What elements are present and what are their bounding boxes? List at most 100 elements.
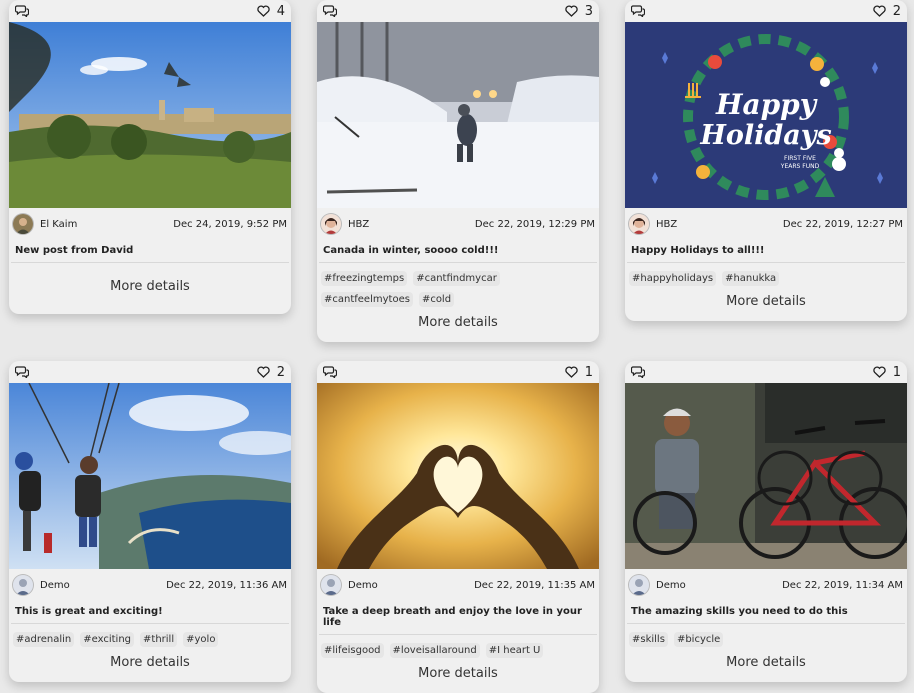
likes: 2: [257, 365, 285, 380]
tag-list: #happyholidays #hanukka: [625, 263, 907, 286]
post-date: Dec 22, 2019, 11:35 AM: [474, 579, 595, 591]
avatar: [321, 575, 341, 595]
likes-count: 1: [892, 364, 901, 380]
tag[interactable]: #happyholidays: [629, 271, 717, 286]
post-meta: HBZ Dec 22, 2019, 12:27 PM: [625, 208, 907, 240]
post-photo[interactable]: [317, 383, 599, 569]
heart-icon[interactable]: [873, 5, 886, 17]
tag[interactable]: #adrenalin: [13, 632, 75, 647]
likes-count: 2: [892, 3, 901, 19]
post-caption: This is great and exciting!: [11, 601, 289, 624]
post-date: Dec 22, 2019, 12:27 PM: [782, 218, 903, 230]
more-details-link[interactable]: More details: [625, 286, 907, 321]
tag[interactable]: #I heart U: [485, 643, 544, 658]
likes: 3: [565, 4, 593, 19]
likes-count: 1: [584, 364, 593, 380]
heart-icon[interactable]: [565, 5, 578, 17]
avatar: [13, 575, 33, 595]
author-name: HBZ: [348, 218, 370, 230]
more-details-link[interactable]: More details: [9, 263, 291, 314]
more-details-link[interactable]: More details: [625, 647, 907, 682]
author[interactable]: Demo: [321, 575, 378, 595]
post-card: 2 Happy Holidays FIRST FIVE YEARS FUND H…: [625, 0, 907, 321]
post-card: 1 Demo Dec 22, 2019, 11:34 AM The amazin…: [625, 361, 907, 682]
post-photo[interactable]: [9, 383, 291, 569]
post-meta: Demo Dec 22, 2019, 11:36 AM: [9, 569, 291, 601]
author[interactable]: HBZ: [321, 214, 369, 234]
holiday-text-fund-1: FIRST FIVE: [784, 155, 816, 162]
tag[interactable]: #thrill: [140, 632, 178, 647]
post-card: 4 El Kaim Dec 24, 2019, 9:52 PM New post…: [9, 0, 291, 314]
tag[interactable]: #exciting: [80, 632, 135, 647]
author-name: Demo: [40, 579, 70, 591]
comments-icon[interactable]: [631, 366, 645, 378]
tag[interactable]: #lifeisgood: [321, 643, 384, 658]
post-caption: New post from David: [11, 240, 289, 263]
post-caption: The amazing skills you need to do this: [627, 601, 905, 624]
card-header: 2: [9, 361, 291, 383]
post-photo[interactable]: [9, 22, 291, 208]
likes-count: 4: [276, 3, 285, 19]
author[interactable]: Demo: [13, 575, 70, 595]
card-header: 3: [317, 0, 599, 22]
post-caption: Canada in winter, soooo cold!!!: [319, 240, 597, 263]
post-meta: Demo Dec 22, 2019, 11:34 AM: [625, 569, 907, 601]
likes-count: 2: [276, 364, 285, 380]
post-date: Dec 22, 2019, 12:29 PM: [474, 218, 595, 230]
comments-icon[interactable]: [15, 366, 29, 378]
tag[interactable]: #cantfeelmytoes: [321, 292, 413, 307]
holiday-text-happy: Happy: [715, 88, 818, 121]
tag[interactable]: #skills: [629, 632, 668, 647]
post-meta: Demo Dec 22, 2019, 11:35 AM: [317, 569, 599, 601]
author[interactable]: El Kaim: [13, 214, 77, 234]
tag-list: #skills #bicycle: [625, 624, 907, 647]
post-card: 3 HBZ Dec 22, 2019, 12:29 PM Canada in w…: [317, 0, 599, 342]
holiday-text-holidays: Holidays: [699, 120, 831, 151]
comments-icon[interactable]: [323, 366, 337, 378]
card-header: 1: [625, 361, 907, 383]
post-photo[interactable]: Happy Holidays FIRST FIVE YEARS FUND: [625, 22, 907, 208]
post-date: Dec 22, 2019, 11:36 AM: [166, 579, 287, 591]
tag[interactable]: #cold: [418, 292, 455, 307]
likes: 1: [873, 365, 901, 380]
heart-icon[interactable]: [257, 5, 270, 17]
post-meta: El Kaim Dec 24, 2019, 9:52 PM: [9, 208, 291, 240]
author-name: HBZ: [656, 218, 678, 230]
author-name: Demo: [656, 579, 686, 591]
comments-icon[interactable]: [631, 5, 645, 17]
post-date: Dec 24, 2019, 9:52 PM: [173, 218, 287, 230]
tag[interactable]: #freezingtemps: [321, 271, 408, 286]
heart-icon[interactable]: [565, 366, 578, 378]
holiday-text-fund-2: YEARS FUND: [780, 163, 820, 170]
tag[interactable]: #cantfindmycar: [413, 271, 500, 286]
avatar: [629, 575, 649, 595]
tag[interactable]: #loveisallaround: [389, 643, 480, 658]
tag[interactable]: #bicycle: [673, 632, 724, 647]
comments-icon[interactable]: [15, 5, 29, 17]
more-details-link[interactable]: More details: [317, 307, 599, 342]
card-header: 1: [317, 361, 599, 383]
avatar: [13, 214, 33, 234]
author[interactable]: HBZ: [629, 214, 677, 234]
post-photo[interactable]: [625, 383, 907, 569]
author[interactable]: Demo: [629, 575, 686, 595]
tag-list: #freezingtemps #cantfindmycar #cantfeelm…: [317, 263, 599, 307]
post-card: 1 Demo Dec 22, 2019, 11:35 AM Take a dee…: [317, 361, 599, 693]
avatar: [629, 214, 649, 234]
tag[interactable]: #yolo: [183, 632, 219, 647]
comments-icon[interactable]: [323, 5, 337, 17]
post-meta: HBZ Dec 22, 2019, 12:29 PM: [317, 208, 599, 240]
heart-icon[interactable]: [873, 366, 886, 378]
post-caption: Happy Holidays to all!!!: [627, 240, 905, 263]
heart-icon[interactable]: [257, 366, 270, 378]
likes: 1: [565, 365, 593, 380]
avatar: [321, 214, 341, 234]
more-details-link[interactable]: More details: [9, 647, 291, 682]
more-details-link[interactable]: More details: [317, 658, 599, 693]
tag-list: #lifeisgood #loveisallaround #I heart U: [317, 635, 599, 658]
likes-count: 3: [584, 3, 593, 19]
card-header: 4: [9, 0, 291, 22]
post-photo[interactable]: [317, 22, 599, 208]
tag[interactable]: #hanukka: [722, 271, 780, 286]
card-header: 2: [625, 0, 907, 22]
